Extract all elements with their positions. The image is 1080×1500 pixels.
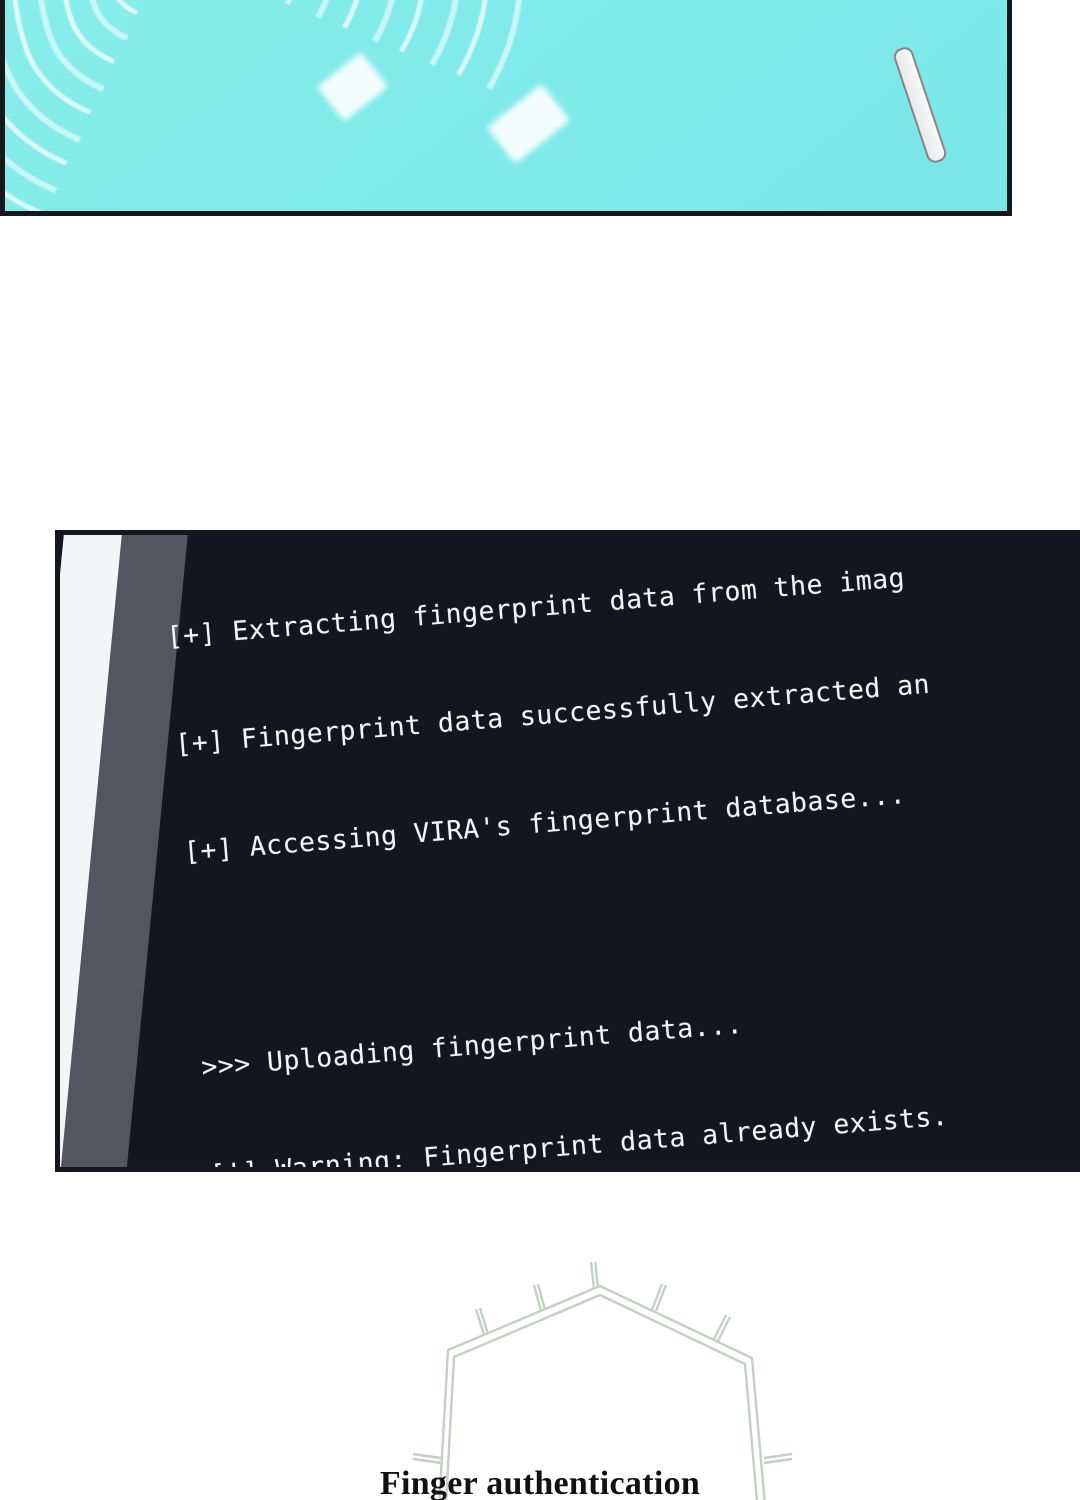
hexagon-tick <box>594 1262 600 1289</box>
auth-caption: Finger authentication <box>379 1465 701 1500</box>
phone-screen-fingerprint <box>5 0 1007 211</box>
hexagon-tick <box>763 1452 793 1460</box>
hexagon-tick <box>478 1307 490 1335</box>
hexagon-tick <box>412 1457 442 1465</box>
hacking-terminal-panel: [+] Extracting fingerprint data from the… <box>55 530 1080 1172</box>
terminal-line: [+] Extracting fingerprint data from the… <box>165 562 907 653</box>
hexagon-tick <box>412 1452 442 1460</box>
hexagon-tick <box>763 1457 793 1465</box>
finger-authentication-panel: Finger authentication <box>0 1240 1080 1500</box>
terminal-output: [+] Extracting fingerprint data from the… <box>160 535 1080 1167</box>
screen-glint <box>486 84 571 164</box>
hexagon-tick <box>589 1262 596 1290</box>
fingerprint-scan-panel <box>0 0 1012 216</box>
hexagon-tick <box>474 1308 486 1336</box>
